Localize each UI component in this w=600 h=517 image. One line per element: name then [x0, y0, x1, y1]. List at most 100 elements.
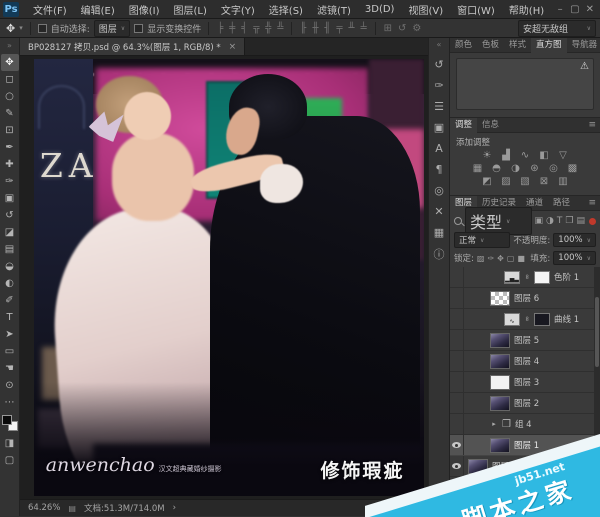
new-layer-icon[interactable]: ▦: [529, 503, 537, 512]
vibrance-adjustment-icon[interactable]: ▽: [557, 150, 569, 161]
styles-panel-icon[interactable]: ◎: [429, 180, 449, 201]
align-bottom-icon[interactable]: ╩: [276, 23, 284, 34]
minimize-button[interactable]: –: [554, 4, 566, 15]
type-tool[interactable]: T: [1, 309, 19, 326]
layer-row-levels1[interactable]: ▂▅▃ ∞ 色阶 1: [450, 267, 600, 288]
arrange-icon[interactable]: ⊞: [383, 23, 393, 34]
canvas-area[interactable]: ZA anwenchao: [20, 56, 428, 499]
layer-row-0[interactable]: 图层 0: [450, 456, 600, 477]
distribute-right-icon[interactable]: ╧: [360, 23, 368, 34]
curves-adjustment-icon[interactable]: ∿: [519, 150, 531, 161]
align-left-icon[interactable]: ╞: [216, 23, 224, 34]
filter-smart-icon[interactable]: ▤: [576, 216, 585, 226]
filter-pixel-icon[interactable]: ▣: [535, 216, 544, 226]
lock-artboard-icon[interactable]: ▢: [507, 254, 515, 263]
layer-row-2[interactable]: 图层 2: [450, 393, 600, 414]
visibility-toggle[interactable]: [450, 267, 464, 287]
blend-mode-dropdown[interactable]: 正常 ∨: [454, 232, 510, 248]
layer-thumbnail[interactable]: [468, 480, 488, 495]
menu-help[interactable]: 帮助(H): [503, 0, 550, 19]
move-tool[interactable]: ✥: [1, 54, 19, 71]
screen-mode-button[interactable]: ▢: [1, 452, 19, 469]
posterize-adjustment-icon[interactable]: ▨: [500, 176, 512, 187]
status-chevron-icon[interactable]: ›: [173, 503, 176, 513]
maximize-button[interactable]: ▢: [568, 4, 581, 15]
layer-row-5[interactable]: 图层 5: [450, 330, 600, 351]
layer-row-1-selected[interactable]: 图层 1: [450, 435, 600, 456]
menu-type[interactable]: 文字(Y): [215, 0, 261, 19]
layer-row-6[interactable]: 图层 6: [450, 288, 600, 309]
dock-collapse-icon[interactable]: «: [437, 40, 442, 54]
hue-adjustment-icon[interactable]: ▦: [472, 163, 484, 174]
distribute-top-icon[interactable]: ╟: [299, 23, 307, 34]
layer-row-3[interactable]: 图层 3: [450, 372, 600, 393]
layer-thumbnail[interactable]: [468, 459, 488, 474]
tab-adjustments[interactable]: 调整: [450, 118, 477, 133]
photo-filter-adjustment-icon[interactable]: ⊛: [529, 163, 541, 174]
visibility-toggle[interactable]: [450, 288, 464, 308]
foreground-color-swatch[interactable]: [2, 415, 12, 425]
color-balance-adjustment-icon[interactable]: ◓: [491, 163, 503, 174]
color-lookup-adjustment-icon[interactable]: ▩: [567, 163, 579, 174]
tab-histogram[interactable]: 直方图: [531, 38, 567, 53]
menu-file[interactable]: 文件(F): [27, 0, 73, 19]
dodge-tool[interactable]: ◐: [1, 275, 19, 292]
black-white-adjustment-icon[interactable]: ◑: [510, 163, 522, 174]
document-tab[interactable]: BP028127 拷贝.psd @ 64.3%(图层 1, RGB/8) * ×: [20, 38, 245, 55]
layer-row-curves1[interactable]: ∿ ∞ 曲线 1: [450, 309, 600, 330]
visibility-toggle[interactable]: [450, 435, 464, 455]
quick-mask-button[interactable]: ◨: [1, 435, 19, 452]
distribute-middle-icon[interactable]: ╫: [311, 23, 319, 34]
tab-styles[interactable]: 样式: [504, 38, 531, 53]
eyedropper-tool[interactable]: ✒: [1, 139, 19, 156]
new-adjustment-icon[interactable]: ❒: [501, 503, 508, 512]
menu-select[interactable]: 选择(S): [263, 0, 309, 19]
visibility-toggle[interactable]: [450, 456, 464, 476]
scrollbar[interactable]: [594, 267, 600, 498]
color-swatches[interactable]: [2, 415, 18, 431]
auto-select-checkbox[interactable]: [38, 24, 47, 33]
lock-all-icon[interactable]: ■: [517, 254, 525, 263]
close-button[interactable]: ✕: [584, 4, 596, 15]
blur-tool[interactable]: ◒: [1, 258, 19, 275]
lock-pixels-icon[interactable]: ✑: [487, 254, 494, 263]
history-brush-tool[interactable]: ↺: [1, 207, 19, 224]
hand-tool[interactable]: ☚: [1, 360, 19, 377]
brightness-adjustment-icon[interactable]: ☀: [481, 150, 493, 161]
tool-preset-caret-icon[interactable]: ▾: [19, 24, 23, 32]
filter-adjustment-icon[interactable]: ◑: [546, 216, 554, 226]
layer-thumbnail[interactable]: [490, 333, 510, 348]
tool-presets-panel-icon[interactable]: ☰: [429, 96, 449, 117]
lasso-tool[interactable]: ○: [1, 88, 19, 105]
menu-image[interactable]: 图像(I): [123, 0, 166, 19]
gradient-map-adjustment-icon[interactable]: ⊠: [538, 176, 550, 187]
distribute-bottom-icon[interactable]: ╢: [323, 23, 331, 34]
photo-document[interactable]: ZA anwenchao: [34, 59, 424, 496]
clone-stamp-tool[interactable]: ▣: [1, 190, 19, 207]
levels-thumbnail[interactable]: ▂▅▃: [504, 271, 520, 284]
new-group-icon[interactable]: ⊞: [515, 503, 522, 512]
spot-healing-tool[interactable]: ✚: [1, 156, 19, 173]
tab-color[interactable]: 颜色: [450, 38, 477, 53]
fill-field[interactable]: 100% ∨: [553, 251, 596, 265]
visibility-toggle[interactable]: [450, 393, 464, 413]
marquee-tool[interactable]: ◻: [1, 71, 19, 88]
layer-style-icon[interactable]: fx: [472, 503, 480, 512]
show-transform-checkbox[interactable]: [134, 24, 143, 33]
shape-tool[interactable]: ▭: [1, 343, 19, 360]
menu-window[interactable]: 窗口(W): [451, 0, 501, 19]
info-panel-icon[interactable]: ⓘ: [429, 243, 449, 264]
toolbar-collapse-icon[interactable]: »: [7, 38, 12, 54]
close-panel-icon[interactable]: ✕: [429, 201, 449, 222]
visibility-toggle[interactable]: [450, 309, 464, 329]
align-middle-icon[interactable]: ╬: [264, 23, 272, 34]
brush-tool[interactable]: ✑: [1, 173, 19, 190]
workspace-dropdown[interactable]: 安超无敌组 ∨: [518, 20, 596, 37]
gradient-tool[interactable]: ▤: [1, 241, 19, 258]
distribute-center-icon[interactable]: ╨: [348, 23, 356, 34]
lock-transparency-icon[interactable]: ▨: [477, 254, 485, 263]
opacity-field[interactable]: 100% ∨: [553, 233, 596, 247]
curves-thumbnail[interactable]: ∿: [504, 313, 520, 326]
close-tab-icon[interactable]: ×: [229, 42, 237, 52]
quick-selection-tool[interactable]: ✎: [1, 105, 19, 122]
